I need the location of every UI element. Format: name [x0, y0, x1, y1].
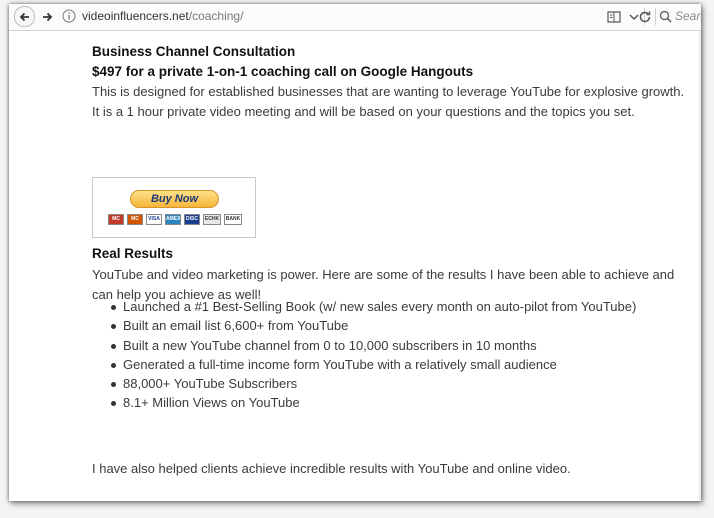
browser-toolbar: videoinfluencers.net/coaching/ Search: [9, 4, 701, 31]
url-path: /coaching/: [188, 9, 244, 23]
list-item: Launched a #1 Best-Selling Book (w/ new …: [111, 297, 636, 316]
discover-icon: DISC: [184, 214, 200, 225]
payment-cards: MC MC VISA AMEX DISC ECHK BANK: [108, 214, 242, 225]
toolbar-divider: [655, 8, 656, 25]
list-item: Generated a full-time income form YouTub…: [111, 355, 636, 374]
page-content: Business Channel Consultation $497 for a…: [9, 31, 701, 501]
list-item: 88,000+ YouTube Subscribers: [111, 374, 636, 393]
buy-now-label: Buy Now: [130, 190, 219, 208]
browser-window: videoinfluencers.net/coaching/ Search Bu…: [9, 4, 701, 501]
back-button[interactable]: [14, 6, 35, 27]
results-closing: I have also helped clients achieve incre…: [92, 461, 571, 476]
reader-view-icon[interactable]: [606, 9, 622, 25]
search-input[interactable]: Search: [675, 9, 701, 23]
mastercard-icon: MC: [108, 214, 124, 225]
results-list: Launched a #1 Best-Selling Book (w/ new …: [111, 297, 636, 413]
refresh-icon[interactable]: [637, 9, 653, 25]
maestro-icon: MC: [127, 214, 143, 225]
paypal-buy-now-button[interactable]: Buy Now MC MC VISA AMEX DISC ECHK BANK: [92, 177, 256, 238]
amex-icon: AMEX: [165, 214, 181, 225]
consultation-description: This is designed for established busines…: [92, 84, 685, 119]
scrollbar[interactable]: [699, 31, 701, 501]
results-title: Real Results: [92, 246, 174, 261]
arrow-right-icon: [43, 12, 53, 22]
echeck-icon: ECHK: [203, 214, 221, 225]
address-bar[interactable]: videoinfluencers.net/coaching/: [82, 9, 243, 23]
url-host: videoinfluencers.net: [82, 9, 189, 23]
list-item: 8.1+ Million Views on YouTube: [111, 393, 636, 412]
visa-icon: VISA: [146, 214, 162, 225]
arrow-left-icon: [19, 12, 29, 21]
list-item: Built an email list 6,600+ from YouTube: [111, 316, 636, 335]
search-icon: [659, 10, 672, 23]
forward-button[interactable]: [37, 7, 57, 27]
list-item: Built a new YouTube channel from 0 to 10…: [111, 336, 636, 355]
bank-icon: BANK: [224, 214, 242, 225]
info-icon[interactable]: [62, 9, 76, 23]
consultation-price: $497 for a private 1-on-1 coaching call …: [92, 64, 474, 79]
consultation-title: Business Channel Consultation: [92, 44, 296, 59]
